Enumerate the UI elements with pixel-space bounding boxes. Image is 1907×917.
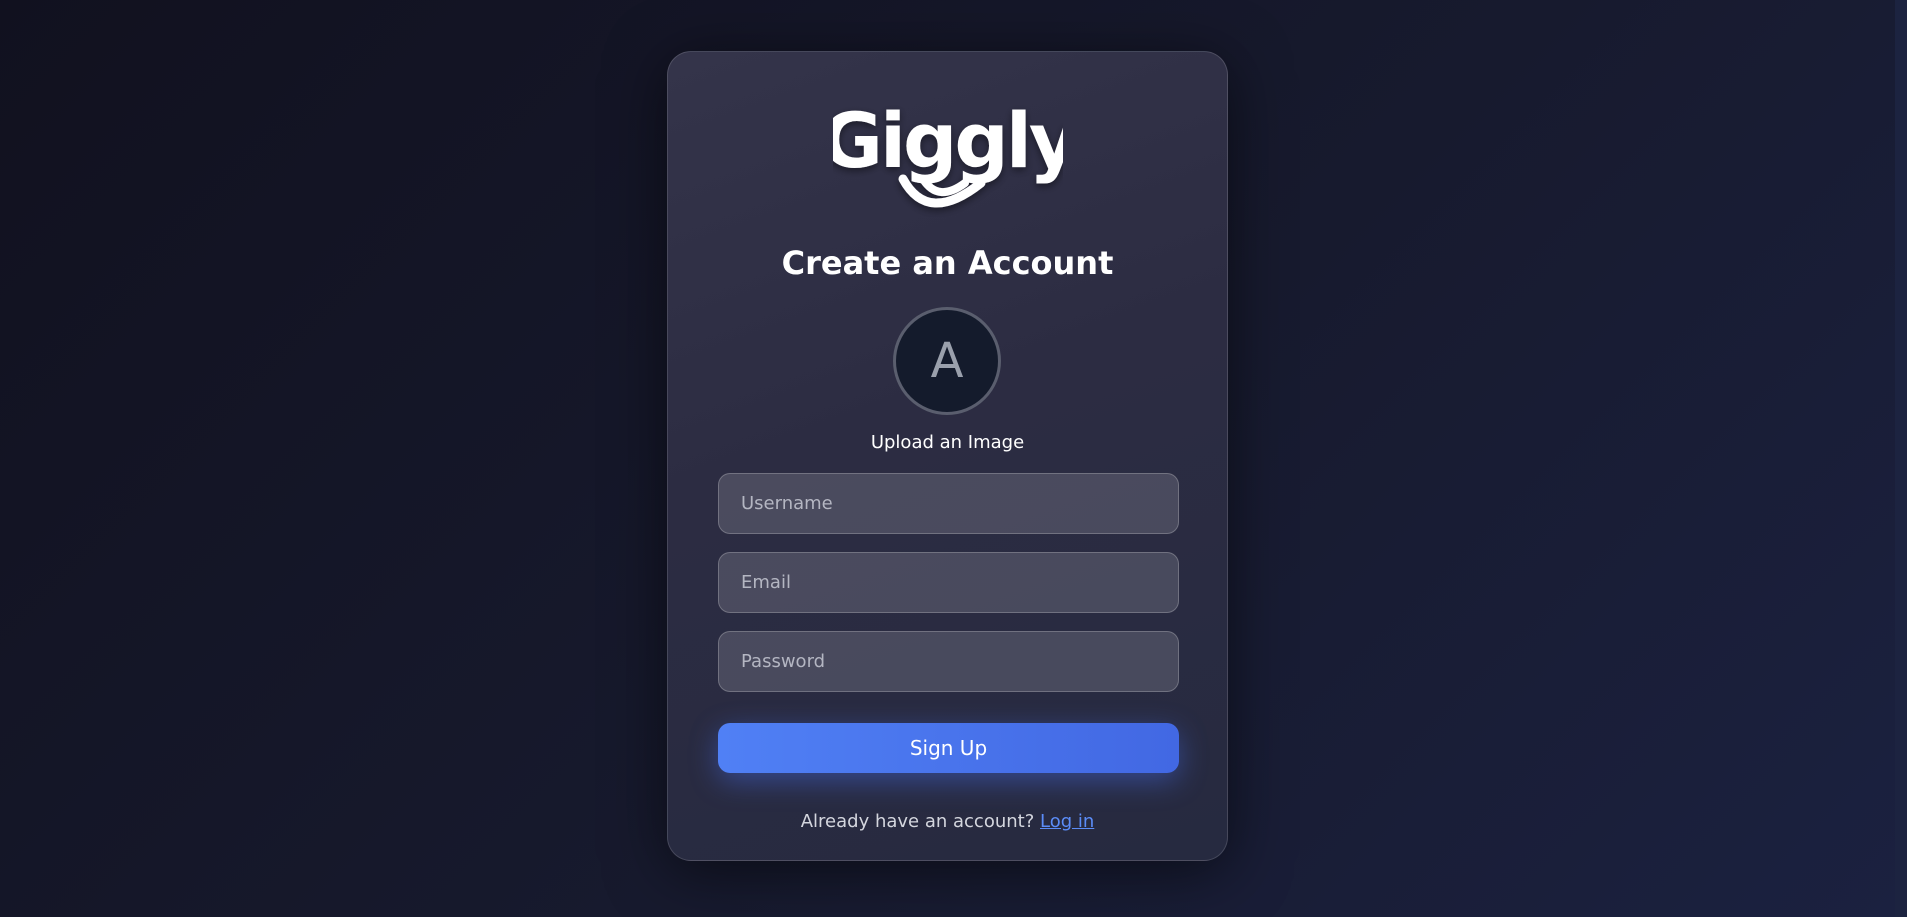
signup-button[interactable]: Sign Up	[718, 723, 1179, 773]
login-prompt: Already have an account? Log in	[668, 809, 1227, 835]
signup-card: Giggly Create an Account A Upload an Ima…	[667, 51, 1228, 861]
giggly-logo-icon: Giggly	[833, 97, 1063, 208]
giggly-logo-wordmark: Giggly	[833, 97, 1063, 185]
email-input[interactable]	[718, 552, 1179, 613]
login-link[interactable]: Log in	[1040, 811, 1094, 832]
password-input[interactable]	[718, 631, 1179, 692]
avatar-upload[interactable]: A	[893, 307, 1001, 415]
upload-image-button[interactable]: Upload an Image	[668, 429, 1227, 457]
avatar-initial: A	[930, 333, 964, 389]
scrollbar-track[interactable]	[1895, 0, 1907, 917]
page-title: Create an Account	[781, 244, 1114, 282]
login-prompt-text: Already have an account?	[800, 811, 1035, 832]
giggly-logo: Giggly	[668, 97, 1227, 217]
username-input[interactable]	[718, 473, 1179, 534]
